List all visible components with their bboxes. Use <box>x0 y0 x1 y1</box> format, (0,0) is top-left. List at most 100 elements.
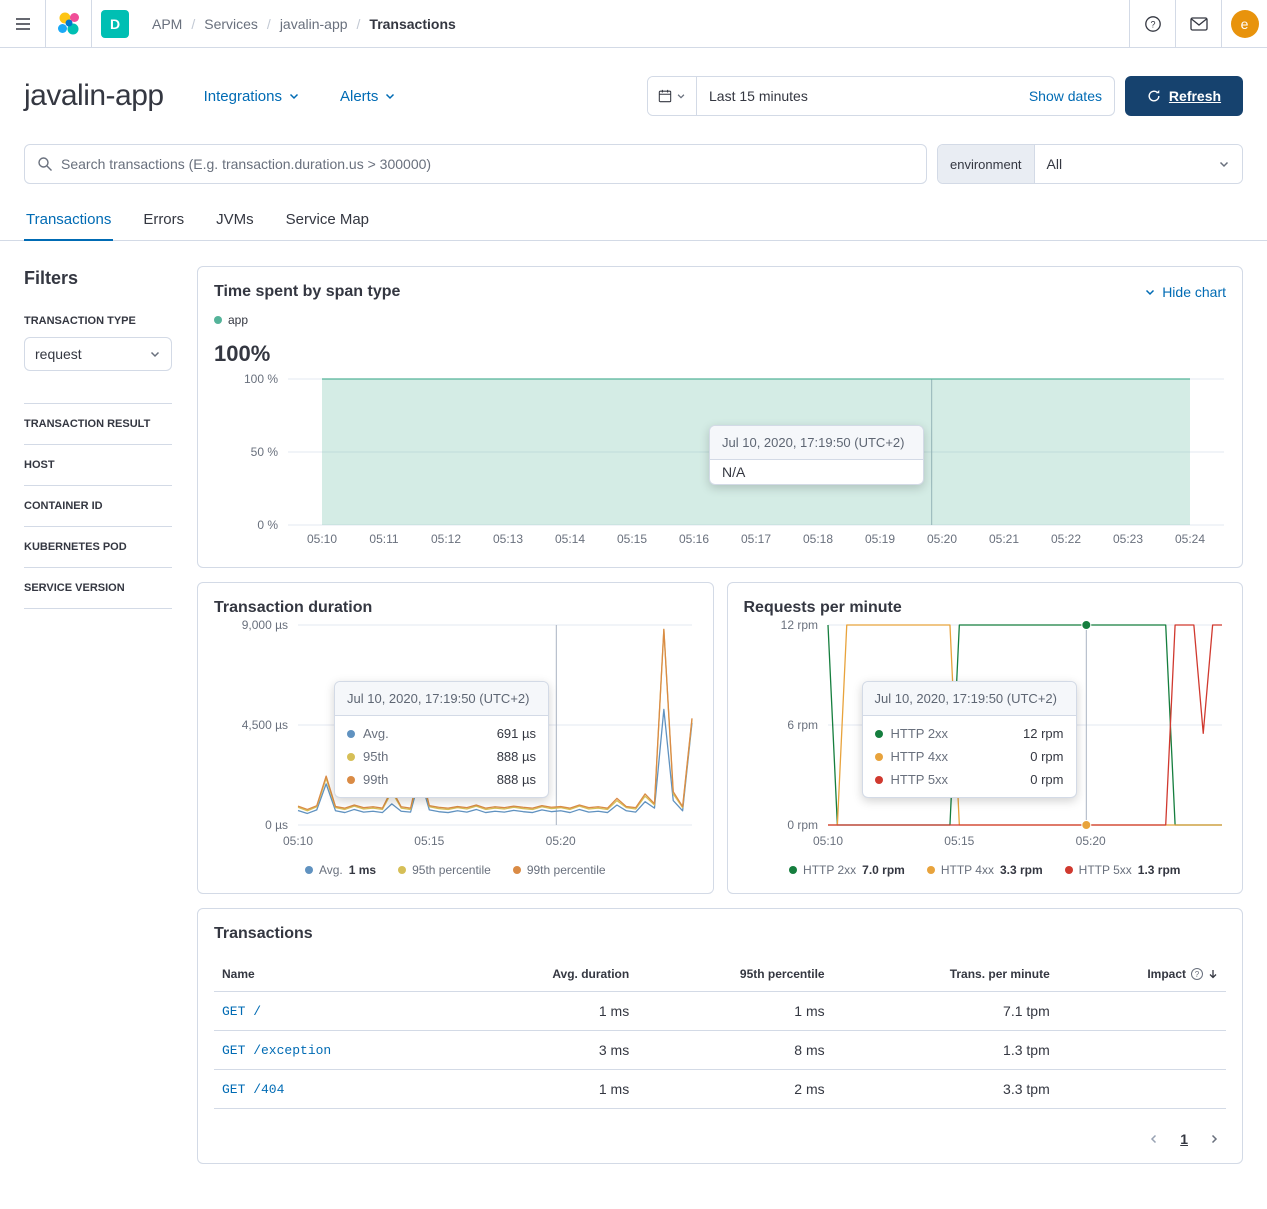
transaction-type-label: TRANSACTION TYPE <box>24 315 172 327</box>
legend-item-http-2xx[interactable]: HTTP 2xx7.0 rpm <box>789 863 905 877</box>
transaction-link[interactable]: GET /exception <box>214 1031 457 1070</box>
span-type-chart-wrap: 0 %50 %100 %05:1005:1105:1205:1305:1405:… <box>214 373 1226 551</box>
refresh-icon <box>1147 89 1161 103</box>
legend-dot <box>927 866 935 874</box>
transaction-duration-chart-wrap: 0 µs4,500 µs9,000 µs05:1005:1505:20 Jul … <box>214 617 697 853</box>
legend-dot <box>513 866 521 874</box>
alerts-label: Alerts <box>340 88 378 105</box>
svg-text:6 rpm: 6 rpm <box>787 718 818 732</box>
tooltip-value: 888 µs <box>497 749 536 764</box>
breadcrumb-services[interactable]: Services <box>204 16 280 32</box>
svg-text:05:19: 05:19 <box>865 532 895 546</box>
info-icon[interactable]: ? <box>1191 968 1203 980</box>
space-badge: D <box>101 10 129 38</box>
svg-text:0 %: 0 % <box>257 518 278 532</box>
chart-tooltip: Jul 10, 2020, 17:19:50 (UTC+2) Avg.691 µ… <box>334 681 549 798</box>
tooltip-value: 0 rpm <box>1030 772 1063 787</box>
filters-sidebar: Filters TRANSACTION TYPE request TRANSAC… <box>24 266 172 1178</box>
tab-transactions[interactable]: Transactions <box>24 200 113 241</box>
refresh-label: Refresh <box>1169 88 1221 104</box>
tooltip-value: 0 rpm <box>1030 749 1063 764</box>
top-navigation-bar: D APM Services javalin-app Transactions … <box>0 0 1267 48</box>
space-switcher[interactable]: D <box>92 0 138 47</box>
filters-title: Filters <box>24 268 172 289</box>
transaction-link[interactable]: GET /404 <box>214 1070 457 1109</box>
elastic-logo[interactable] <box>46 0 92 47</box>
help-icon: ? <box>1144 15 1162 33</box>
legend-item-http-5xx[interactable]: HTTP 5xx1.3 rpm <box>1065 863 1181 877</box>
refresh-button[interactable]: Refresh <box>1125 76 1243 116</box>
legend-item-http-4xx[interactable]: HTTP 4xx3.3 rpm <box>927 863 1043 877</box>
environment-label: environment <box>938 145 1035 183</box>
svg-text:05:17: 05:17 <box>741 532 771 546</box>
newsfeed-button[interactable] <box>1175 0 1221 47</box>
legend-item-99th[interactable]: 99th percentile <box>513 863 606 877</box>
chevron-right-icon <box>1208 1133 1220 1145</box>
column-header-avg-duration[interactable]: Avg. duration <box>457 957 637 992</box>
help-button[interactable]: ? <box>1129 0 1175 47</box>
svg-text:05:21: 05:21 <box>989 532 1019 546</box>
svg-text:05:15: 05:15 <box>414 834 444 848</box>
previous-page-button[interactable] <box>1148 1133 1160 1145</box>
svg-text:05:11: 05:11 <box>369 532 398 546</box>
date-picker-calendar-button[interactable] <box>648 77 697 115</box>
svg-text:05:16: 05:16 <box>679 532 709 546</box>
tab-jvms[interactable]: JVMs <box>214 200 256 240</box>
breadcrumb-service-name[interactable]: javalin-app <box>280 16 370 32</box>
tooltip-label: HTTP 5xx <box>891 772 949 787</box>
filter-section-container-id[interactable]: CONTAINER ID <box>24 486 172 527</box>
environment-select[interactable]: All <box>1035 145 1242 183</box>
show-dates-link[interactable]: Show dates <box>1017 88 1114 104</box>
filter-section-kubernetes-pod[interactable]: KUBERNETES POD <box>24 527 172 568</box>
tooltip-value: 12 rpm <box>1023 726 1063 741</box>
hamburger-menu-icon <box>15 17 31 31</box>
chart-tooltip: Jul 10, 2020, 17:19:50 (UTC+2) HTTP 2xx1… <box>862 681 1077 798</box>
svg-text:05:23: 05:23 <box>1113 532 1143 546</box>
alerts-menu[interactable]: Alerts <box>340 88 396 105</box>
menu-button[interactable] <box>0 0 46 47</box>
hide-chart-button[interactable]: Hide chart <box>1144 284 1226 300</box>
service-tabs: Transactions Errors JVMs Service Map <box>0 200 1267 241</box>
column-header-trans-per-minute[interactable]: Trans. per minute <box>833 957 1058 992</box>
legend-item-avg[interactable]: Avg.1 ms <box>305 863 376 877</box>
tooltip-dot <box>347 753 355 761</box>
svg-text:05:15: 05:15 <box>944 834 974 848</box>
column-header-95th-percentile[interactable]: 95th percentile <box>637 957 832 992</box>
page-number-1[interactable]: 1 <box>1180 1131 1188 1147</box>
filter-section-service-version[interactable]: SERVICE VERSION <box>24 568 172 609</box>
chevron-down-icon <box>288 90 300 102</box>
next-page-button[interactable] <box>1208 1133 1220 1145</box>
user-menu-button[interactable]: e <box>1221 0 1267 47</box>
tooltip-dot <box>875 753 883 761</box>
sort-desc-icon <box>1208 969 1218 979</box>
span-type-legend[interactable]: app <box>214 313 1226 327</box>
legend-dot <box>305 866 313 874</box>
transactions-table-title: Transactions <box>214 925 1226 943</box>
integrations-menu[interactable]: Integrations <box>204 88 300 105</box>
filter-section-transaction-result[interactable]: TRANSACTION RESULT <box>24 404 172 445</box>
search-icon <box>37 156 53 172</box>
time-range-button[interactable]: Last 15 minutes <box>697 88 1017 104</box>
transaction-type-select[interactable]: request <box>24 337 172 371</box>
search-input[interactable] <box>61 156 914 172</box>
tooltip-label: HTTP 4xx <box>891 749 949 764</box>
tooltip-dot <box>875 776 883 784</box>
svg-text:05:15: 05:15 <box>617 532 647 546</box>
date-picker: Last 15 minutes Show dates <box>647 76 1115 116</box>
search-box <box>24 144 927 184</box>
tab-service-map[interactable]: Service Map <box>284 200 371 240</box>
tooltip-timestamp: Jul 10, 2020, 17:19:50 (UTC+2) <box>710 426 923 460</box>
tab-errors[interactable]: Errors <box>141 200 186 240</box>
column-header-name[interactable]: Name <box>214 957 457 992</box>
filter-section-host[interactable]: HOST <box>24 445 172 486</box>
chevron-down-icon <box>384 90 396 102</box>
breadcrumb-apm[interactable]: APM <box>152 16 204 32</box>
svg-text:100 %: 100 % <box>244 373 278 386</box>
search-row: environment All <box>24 144 1243 184</box>
svg-text:05:18: 05:18 <box>803 532 833 546</box>
svg-text:05:14: 05:14 <box>555 532 585 546</box>
transaction-link[interactable]: GET / <box>214 992 457 1031</box>
legend-item-95th[interactable]: 95th percentile <box>398 863 491 877</box>
breadcrumb-transactions: Transactions <box>369 16 455 32</box>
column-header-impact[interactable]: Impact ? <box>1058 957 1226 992</box>
